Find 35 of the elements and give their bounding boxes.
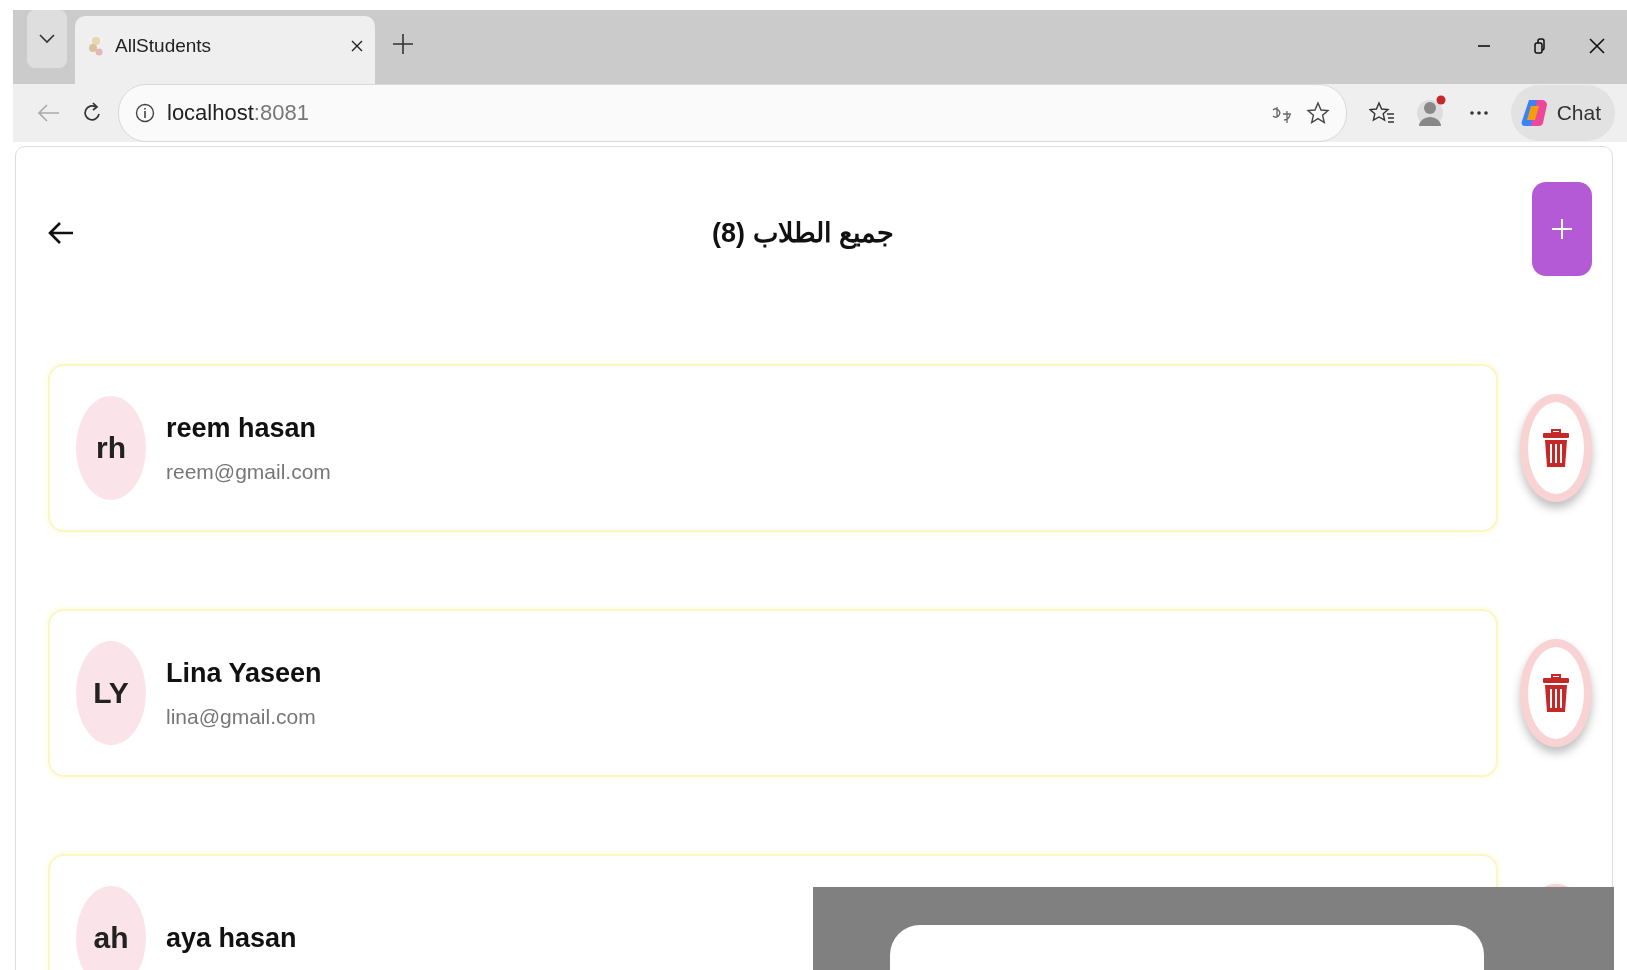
tab-title: AllStudents <box>115 35 213 57</box>
back-arrow-icon[interactable] <box>48 221 74 245</box>
chat-button[interactable]: Chat <box>1510 85 1615 141</box>
student-card[interactable]: LY Lina Yaseen lina@gmail.com <box>48 609 1498 777</box>
copilot-icon <box>1520 98 1549 128</box>
delete-button[interactable] <box>1520 639 1592 747</box>
browser-tab[interactable]: AllStudents <box>75 16 375 84</box>
initials-avatar: ah <box>76 886 146 970</box>
student-card[interactable]: rh reem hasan reem@gmail.com <box>48 364 1498 532</box>
info-icon[interactable] <box>135 103 155 123</box>
initials-avatar: rh <box>76 396 146 500</box>
student-name: reem hasan <box>166 412 318 444</box>
flower-icon <box>87 35 105 57</box>
trash-icon <box>1542 673 1570 713</box>
trash-icon <box>1542 428 1570 468</box>
chevron-down-icon <box>39 34 55 44</box>
student-name: aya hasan <box>166 922 297 954</box>
close-icon[interactable] <box>1589 38 1605 54</box>
student-name: Lina Yaseen <box>166 657 322 689</box>
new-tab-icon[interactable] <box>393 34 413 54</box>
reload-icon[interactable] <box>82 102 102 124</box>
star-icon[interactable] <box>1305 101 1330 125</box>
plus-icon <box>1551 218 1573 240</box>
close-icon[interactable] <box>351 40 363 52</box>
address-bar[interactable]: localhost:8081 <box>118 84 1347 142</box>
delete-button[interactable] <box>1520 394 1592 502</box>
add-button[interactable] <box>1532 182 1592 276</box>
restore-icon[interactable] <box>1533 38 1547 54</box>
more-icon[interactable] <box>1468 110 1489 116</box>
favorites-icon[interactable] <box>1368 101 1395 125</box>
url-text: localhost:8081 <box>167 100 309 126</box>
initials-avatar: LY <box>76 641 146 745</box>
page-title: جميع الطلاب (8) <box>712 217 894 249</box>
student-email: reem@gmail.com <box>166 459 331 484</box>
student-email: lina@gmail.com <box>166 704 317 729</box>
